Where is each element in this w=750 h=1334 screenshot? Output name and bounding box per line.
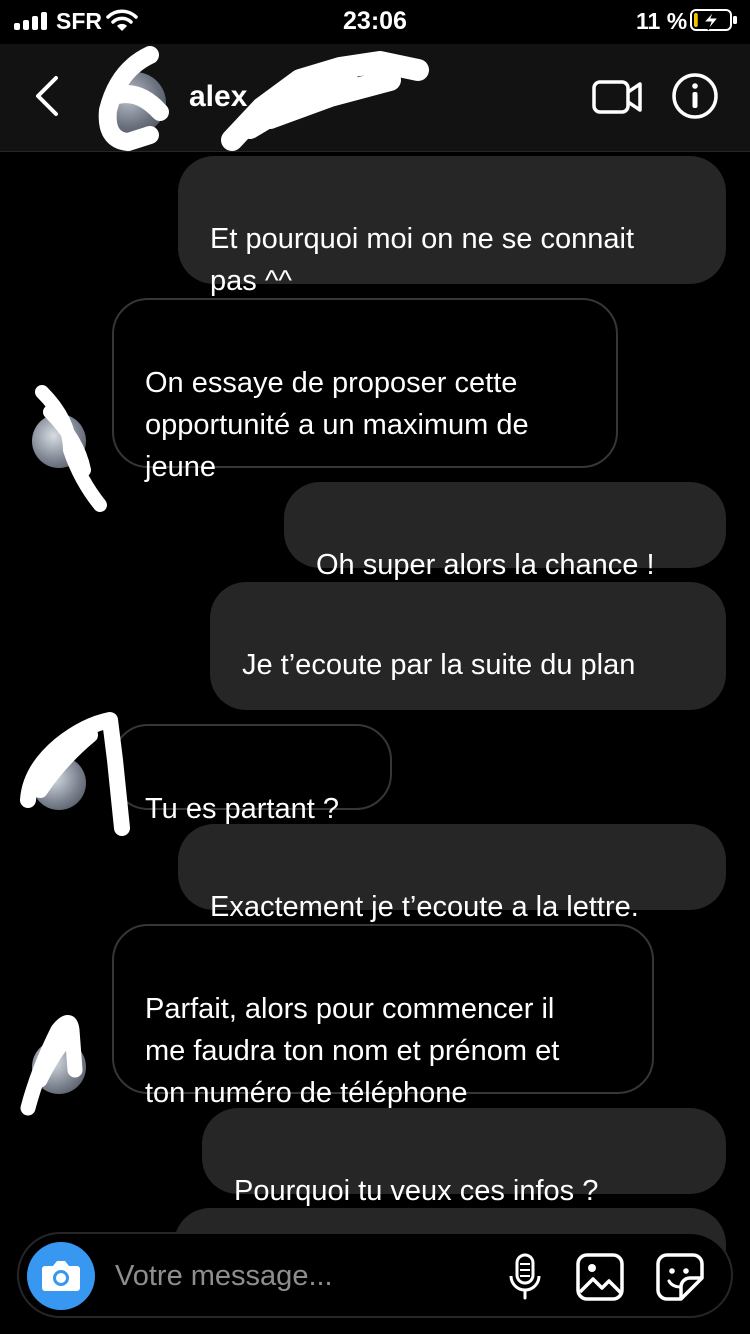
message-incoming[interactable]: Tu es partant ? bbox=[112, 724, 392, 825]
message-outgoing[interactable]: Exactement je t’ecoute a la lettre. bbox=[178, 824, 726, 923]
contact-name[interactable]: alex bbox=[189, 80, 247, 114]
message-text: Oh super alors la chance ! bbox=[316, 549, 655, 581]
message-text: Tu es partant ? bbox=[145, 793, 339, 825]
sticker-icon[interactable] bbox=[655, 1252, 705, 1302]
message-text: On essaye de proposer cette opportunité … bbox=[145, 367, 529, 483]
status-bar: SFR 23:06 11 % bbox=[0, 0, 750, 44]
message-text: Parfait, alors pour commencer il me faud… bbox=[145, 993, 560, 1109]
battery-charging-icon bbox=[690, 9, 737, 31]
message-text: Exactement je t’ecoute a la lettre. bbox=[210, 891, 639, 923]
message-outgoing[interactable]: Je t’ecoute par la suite du plan 🗺️ bbox=[210, 582, 726, 769]
info-icon[interactable] bbox=[670, 71, 720, 121]
microphone-icon[interactable] bbox=[505, 1252, 545, 1302]
message-input[interactable] bbox=[115, 1256, 485, 1296]
chevron-left-icon[interactable] bbox=[30, 74, 66, 118]
message-text: Et pourquoi moi on ne se connait pas ^^ bbox=[210, 223, 634, 297]
gallery-icon[interactable] bbox=[575, 1252, 625, 1302]
message-incoming[interactable]: Parfait, alors pour commencer il me faud… bbox=[112, 924, 654, 1109]
video-call-icon[interactable] bbox=[590, 72, 646, 122]
sender-avatar bbox=[32, 414, 86, 468]
message-text: Pourquoi tu veux ces infos ? bbox=[234, 1175, 599, 1207]
message-outgoing[interactable]: Oh super alors la chance ! bbox=[284, 482, 726, 581]
message-composer bbox=[17, 1232, 733, 1318]
sender-avatar bbox=[32, 1040, 86, 1094]
message-outgoing[interactable]: Et pourquoi moi on ne se connait pas ^^ bbox=[178, 156, 726, 297]
sender-avatar bbox=[32, 756, 86, 810]
camera-button[interactable] bbox=[27, 1242, 95, 1310]
battery-percent: 11 % bbox=[636, 8, 688, 34]
chat-header: alex bbox=[0, 44, 750, 152]
camera-icon bbox=[42, 1261, 80, 1291]
message-text: Je t’ecoute par la suite du plan bbox=[242, 649, 636, 681]
message-outgoing[interactable]: Pourquoi tu veux ces infos ? 🧐 bbox=[202, 1108, 726, 1252]
message-incoming[interactable]: On essaye de proposer cette opportunité … bbox=[112, 298, 618, 483]
contact-avatar[interactable] bbox=[104, 72, 166, 134]
